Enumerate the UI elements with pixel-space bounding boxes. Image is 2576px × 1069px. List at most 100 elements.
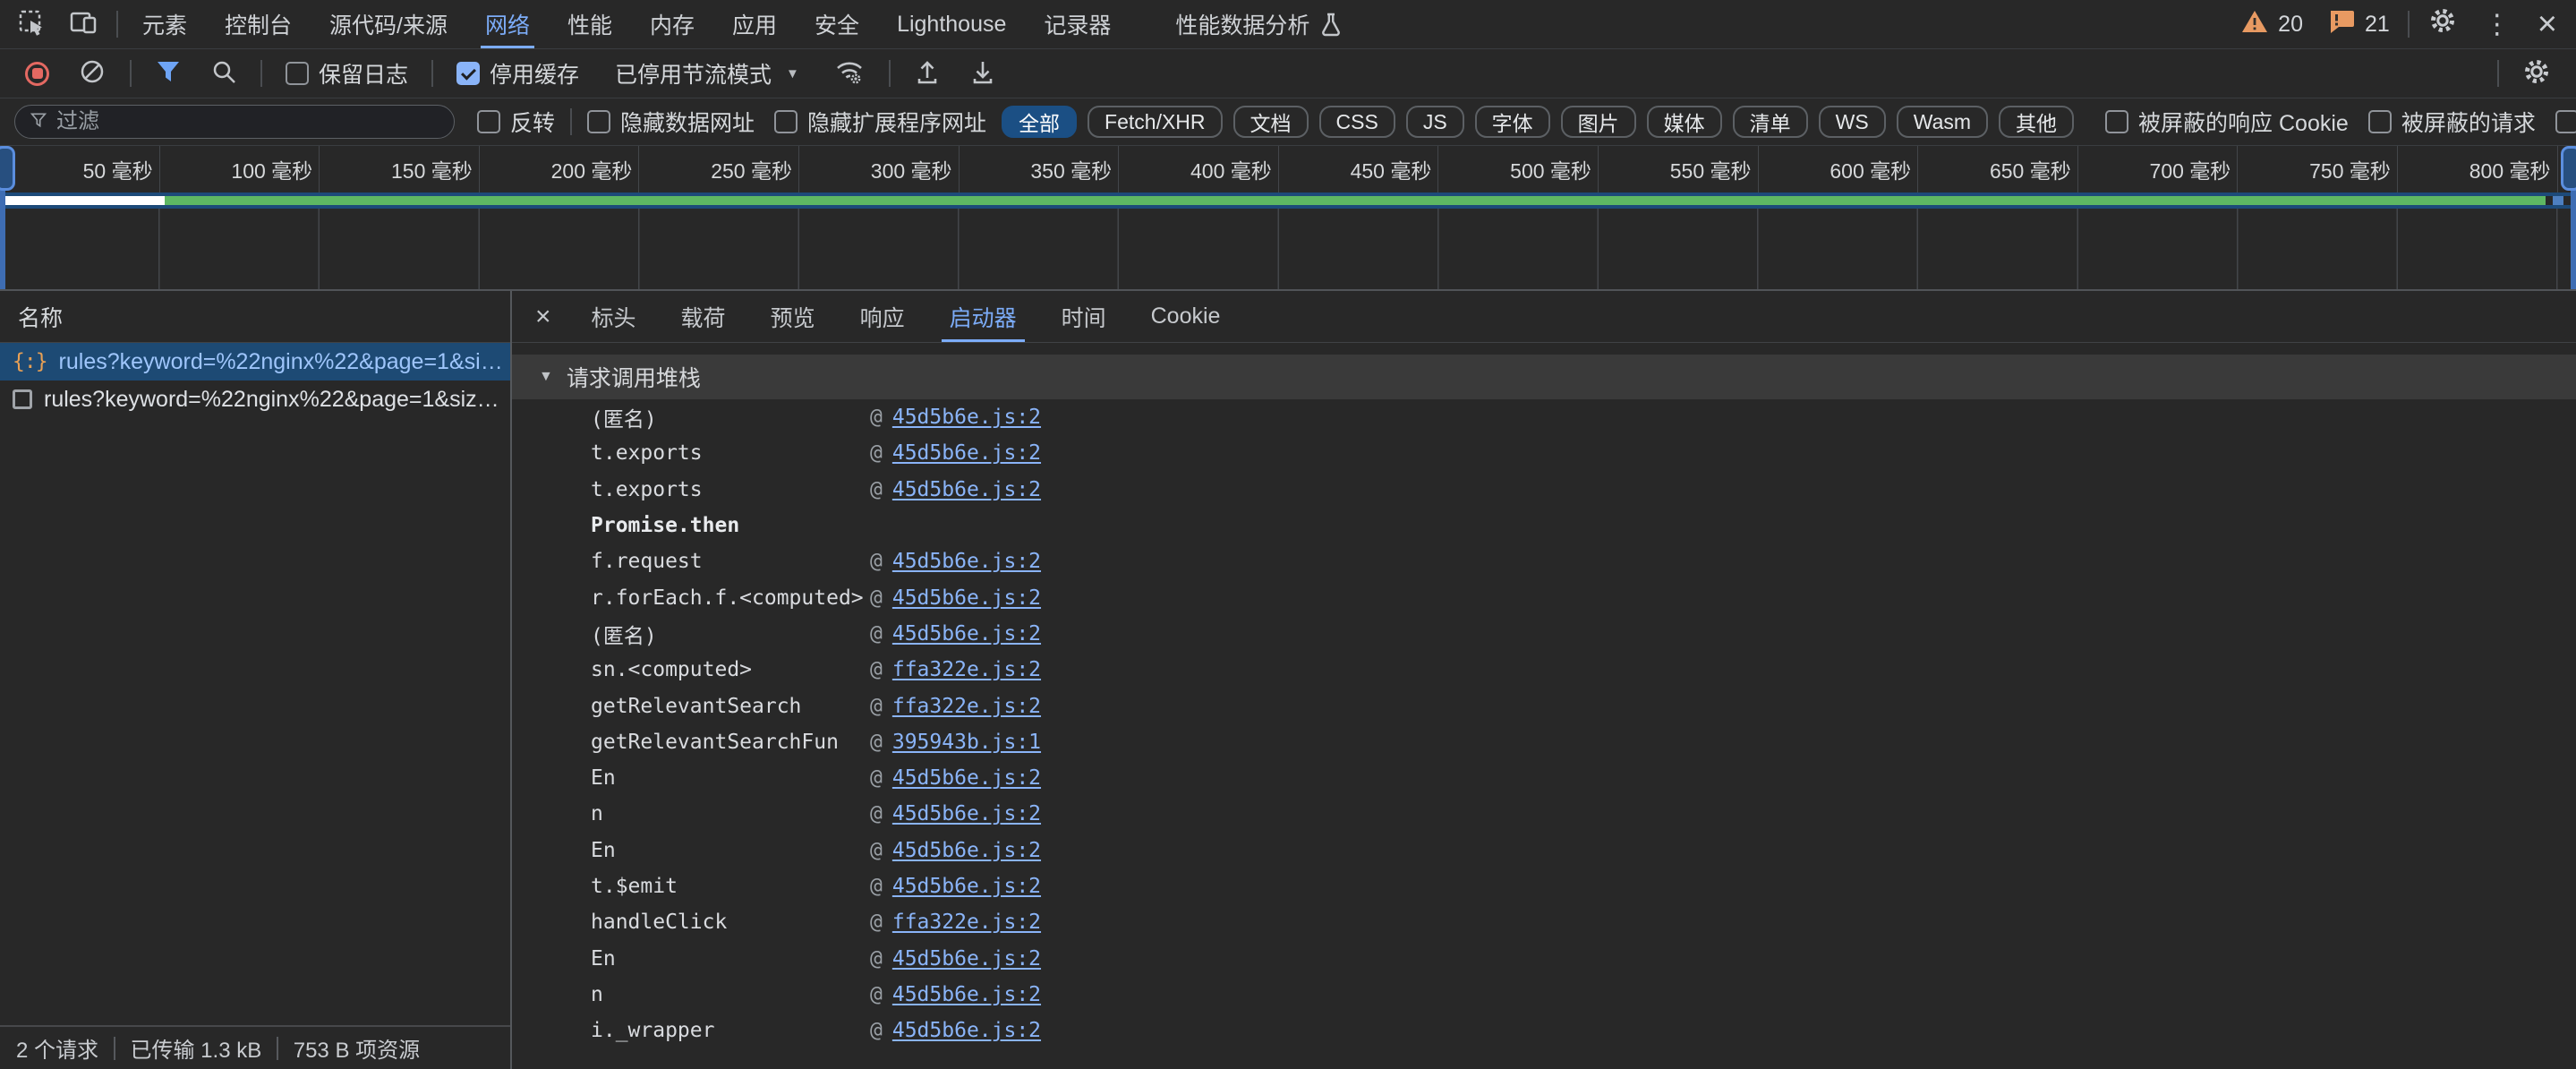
resource-type-chip[interactable]: 全部 <box>1002 106 1077 138</box>
overview-right-handle[interactable] <box>2571 146 2576 289</box>
resource-type-chip[interactable]: WS <box>1819 106 1886 138</box>
resource-type-chip[interactable]: Wasm <box>1897 106 1988 138</box>
blocked-requests-label: 被屏蔽的请求 <box>2401 106 2536 138</box>
source-location-link[interactable]: 45d5b6e.js:2 <box>892 839 1041 862</box>
function-name: (匿名) <box>591 402 870 432</box>
network-settings-button[interactable] <box>2512 57 2562 90</box>
resource-type-chip[interactable]: Fetch/XHR <box>1088 106 1222 138</box>
blocked-cookies-checkbox[interactable]: 被屏蔽的响应 Cookie <box>2095 106 2358 138</box>
source-location-link[interactable]: 45d5b6e.js:2 <box>892 766 1041 790</box>
more-options-button[interactable]: ⋮ <box>2470 0 2524 48</box>
summary-divider <box>114 1037 115 1060</box>
function-name: t.exports <box>591 441 870 465</box>
source-location-link[interactable]: ffa322e.js:2 <box>892 911 1041 934</box>
stack-frame-row: i._wrapper @ 45d5b6e.js:2 <box>512 1013 2576 1048</box>
source-location-link[interactable]: 45d5b6e.js:2 <box>892 947 1041 971</box>
network-overview[interactable]: 50 毫秒 100 毫秒 150 毫秒 200 毫秒 250 毫秒 300 毫秒… <box>0 146 2576 291</box>
source-location-link[interactable]: ffa322e.js:2 <box>892 658 1041 681</box>
resource-type-chip[interactable]: 文档 <box>1233 106 1309 138</box>
tab-performance-insights[interactable]: 性能数据分析 <box>1156 0 1361 48</box>
record-button[interactable] <box>14 62 60 86</box>
stack-frame-row: (匿名) @ 45d5b6e.js:2 <box>512 616 2576 652</box>
resource-type-chip[interactable]: 图片 <box>1561 106 1636 138</box>
request-row[interactable]: rules?keyword=%22nginx%22&page=1&siz… <box>0 381 510 418</box>
tab-application[interactable]: 应用 <box>713 0 796 48</box>
resource-type-chip[interactable]: 媒体 <box>1647 106 1722 138</box>
tab-preview[interactable]: 预览 <box>748 291 838 342</box>
source-location-link[interactable]: ffa322e.js:2 <box>892 695 1041 718</box>
invert-checkbox[interactable]: 反转 <box>467 106 565 138</box>
clear-button[interactable] <box>67 57 117 90</box>
filter-toggle-button[interactable] <box>144 58 192 90</box>
source-location-link[interactable]: 45d5b6e.js:2 <box>892 875 1041 898</box>
device-toolbar-button[interactable] <box>57 0 111 48</box>
tab-performance[interactable]: 性能 <box>549 0 631 48</box>
third-party-checkbox[interactable]: 第三方请求 <box>2546 106 2576 138</box>
stack-frame-row: getRelevantSearch @ ffa322e.js:2 <box>512 688 2576 723</box>
overview-left-handle[interactable] <box>0 146 5 289</box>
source-location-link[interactable]: 45d5b6e.js:2 <box>892 550 1041 573</box>
function-name: t.exports <box>591 478 870 501</box>
hide-data-urls-checkbox[interactable]: 隐藏数据网址 <box>577 106 764 138</box>
source-location-link[interactable]: 395943b.js:1 <box>892 731 1041 754</box>
export-har-button[interactable] <box>959 58 1007 90</box>
tab-cookies[interactable]: Cookie <box>1129 291 1243 342</box>
blocked-requests-checkbox[interactable]: 被屏蔽的请求 <box>2358 106 2546 138</box>
inspect-element-button[interactable] <box>5 0 57 48</box>
tab-label: 源代码/来源 <box>329 8 448 40</box>
warnings-badge[interactable]: 20 <box>2241 9 2303 40</box>
stack-frame-row: handleClick @ ffa322e.js:2 <box>512 904 2576 940</box>
tab-network[interactable]: 网络 <box>466 0 549 48</box>
close-detail-button[interactable]: × <box>517 291 569 342</box>
call-stack-section-header[interactable]: ▼ 请求调用堆栈 <box>512 355 2576 399</box>
filter-input[interactable] <box>56 109 439 134</box>
request-row[interactable]: {:} rules?keyword=%22nginx%22&page=1&siz… <box>0 343 510 381</box>
throttling-dropdown[interactable]: 已停用节流模式 ▼ <box>597 57 817 90</box>
source-location-link[interactable]: 45d5b6e.js:2 <box>892 406 1041 429</box>
issues-badge[interactable]: 21 <box>2328 8 2390 41</box>
chip-label: Fetch/XHR <box>1105 110 1205 134</box>
tab-payload[interactable]: 载荷 <box>659 291 748 342</box>
tabbar-right-zone: 20 21 ⋮ × <box>2229 0 2571 48</box>
resource-type-chip[interactable]: JS <box>1406 106 1464 138</box>
source-location-link[interactable]: 45d5b6e.js:2 <box>892 622 1041 646</box>
resource-type-chip[interactable]: 字体 <box>1475 106 1550 138</box>
source-location-link[interactable]: 45d5b6e.js:2 <box>892 983 1041 1006</box>
network-main-split: 名称 {:} rules?keyword=%22nginx%22&page=1&… <box>0 291 2576 1069</box>
source-location-link[interactable]: 45d5b6e.js:2 <box>892 1019 1041 1042</box>
source-location-link[interactable]: 45d5b6e.js:2 <box>892 478 1041 501</box>
toolbar-divider <box>2408 11 2410 38</box>
import-har-button[interactable] <box>903 58 951 90</box>
tab-initiator[interactable]: 启动器 <box>927 291 1039 342</box>
at-symbol: @ <box>870 658 883 681</box>
preserve-log-checkbox[interactable]: 保留日志 <box>275 57 419 90</box>
tab-recorder[interactable]: 记录器 <box>1025 0 1130 48</box>
tab-label: 记录器 <box>1044 8 1111 40</box>
tab-timing[interactable]: 时间 <box>1039 291 1129 342</box>
source-location-link[interactable]: 45d5b6e.js:2 <box>892 586 1041 610</box>
source-location-link[interactable]: 45d5b6e.js:2 <box>892 441 1041 465</box>
tab-console[interactable]: 控制台 <box>206 0 311 48</box>
tab-lighthouse[interactable]: Lighthouse <box>878 0 1025 48</box>
tab-sources[interactable]: 源代码/来源 <box>311 0 466 48</box>
resource-type-chip[interactable]: 清单 <box>1733 106 1808 138</box>
ruler-tick-label: 750 毫秒 <box>2309 154 2391 184</box>
tab-response[interactable]: 响应 <box>838 291 927 342</box>
tab-elements[interactable]: 元素 <box>124 0 206 48</box>
resource-type-chip[interactable]: CSS <box>1319 106 1395 138</box>
resource-type-chip[interactable]: 其他 <box>1999 106 2074 138</box>
frame-location: @ ffa322e.js:2 <box>870 695 2576 718</box>
hide-extension-urls-checkbox[interactable]: 隐藏扩展程序网址 <box>764 106 996 138</box>
tab-memory[interactable]: 内存 <box>631 0 713 48</box>
checkbox-unchecked <box>2368 110 2392 133</box>
name-column-header[interactable]: 名称 <box>0 291 510 343</box>
network-conditions-button[interactable] <box>824 58 876 90</box>
at-symbol: @ <box>870 983 883 1006</box>
tab-headers[interactable]: 标头 <box>569 291 659 342</box>
close-devtools-button[interactable]: × <box>2524 0 2571 48</box>
tab-security[interactable]: 安全 <box>796 0 878 48</box>
search-button[interactable] <box>200 58 248 90</box>
settings-button[interactable] <box>2415 0 2470 48</box>
disable-cache-checkbox[interactable]: 停用缓存 <box>446 57 590 90</box>
source-location-link[interactable]: 45d5b6e.js:2 <box>892 802 1041 825</box>
